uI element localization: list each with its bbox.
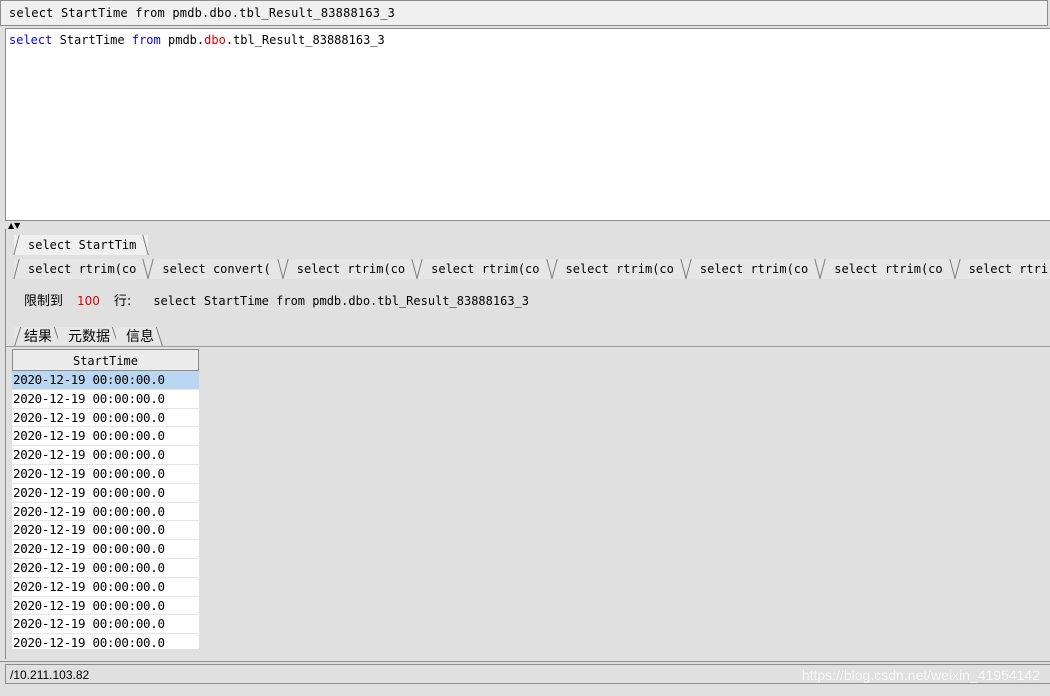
pane-splitter[interactable] [0,221,1050,229]
query-tab-row2-4[interactable]: select rtrim(co [417,259,552,279]
current-query-text: select StartTime from pmdb.dbo.tbl_Resul… [153,294,529,308]
result-grid: StartTime 2020-12-19 00:00:00.0 2020-12-1… [12,349,199,649]
table-row[interactable]: 2020-12-19 00:00:00.0 [12,446,199,465]
sql-column: StartTime [59,33,125,47]
sql-table: .tbl_Result_83888163_3 [225,33,385,47]
watermark: https://blog.csdn.net/weixin_41954142 [801,667,1040,683]
result-tabs: 结果 元数据 信息 [14,325,160,347]
divider [6,346,1050,347]
query-tab-row2-3[interactable]: select rtrim(co [282,259,418,279]
table-row[interactable]: 2020-12-19 00:00:00.0 [12,371,199,390]
limit-label: 限制到 [24,294,64,309]
column-header-starttime[interactable]: StartTime [12,349,199,371]
grid-body: 2020-12-19 00:00:00.0 2020-12-19 00:00:00… [12,371,199,649]
limit-value[interactable]: 100 [77,294,100,308]
table-row[interactable]: 2020-12-19 00:00:00.0 [12,634,199,649]
tab-results[interactable]: 结果 [14,327,58,347]
table-row[interactable]: 2020-12-19 00:00:00.0 [12,503,199,522]
table-row[interactable]: 2020-12-19 00:00:00.0 [12,521,199,541]
query-tab-row2-5[interactable]: select rtrim(co [551,259,686,279]
sql-keyword-select: select [9,33,53,47]
sql-keyword-from: from [131,33,161,47]
table-row[interactable]: 2020-12-19 00:00:00.0 [12,465,199,484]
sql-owner: dbo [204,33,226,47]
sql-database: pmdb. [168,33,205,47]
query-tab-row2-8[interactable]: select rtri [954,259,1050,279]
table-row[interactable]: 2020-12-19 00:00:00.0 [12,427,199,447]
tab-metadata[interactable]: 元数据 [58,327,116,347]
query-tabs-row1: select StartTim [14,233,149,255]
query-tab-row2-7[interactable]: select rtrim(co [820,259,955,279]
window-title: select StartTime from pmdb.dbo.tbl_Resul… [0,0,1048,26]
splitter-arrows-icon[interactable]: ▲▼ [8,222,20,230]
limit-bar: 限制到 100 行: select StartTime from pmdb.dbo.t… [24,291,529,311]
status-bar: /10.211.103.82 https://blog.csdn.net/wei… [0,661,1050,696]
query-tab-row1-1[interactable]: select StartTim [14,235,149,255]
tab-info[interactable]: 信息 [116,327,160,347]
table-row[interactable]: 2020-12-19 00:00:00.0 [12,559,199,578]
query-tab-row2-1[interactable]: select rtrim(co [14,259,149,279]
table-row[interactable]: 2020-12-19 00:00:00.0 [12,615,199,635]
query-tab-row2-2[interactable]: select convert( [148,259,283,279]
query-tabs-row2: select rtrim(co select convert(select rtr… [14,257,1050,279]
table-row[interactable]: 2020-12-19 00:00:00.0 [12,484,199,503]
limit-suffix: 行: [113,294,132,309]
table-row[interactable]: 2020-12-19 00:00:00.0 [12,540,199,559]
table-row[interactable]: 2020-12-19 00:00:00.0 [12,578,199,597]
results-pane: select StartTim select rtrim(co select co… [5,229,1050,659]
table-row[interactable]: 2020-12-19 00:00:00.0 [12,597,199,616]
query-tab-row2-6[interactable]: select rtrim(co [685,259,821,279]
sql-editor[interactable]: select StartTime from pmdb.dbo.tbl_Resul… [5,28,1050,221]
table-row[interactable]: 2020-12-19 00:00:00.0 [12,390,199,409]
table-row[interactable]: 2020-12-19 00:00:00.0 [12,409,199,428]
